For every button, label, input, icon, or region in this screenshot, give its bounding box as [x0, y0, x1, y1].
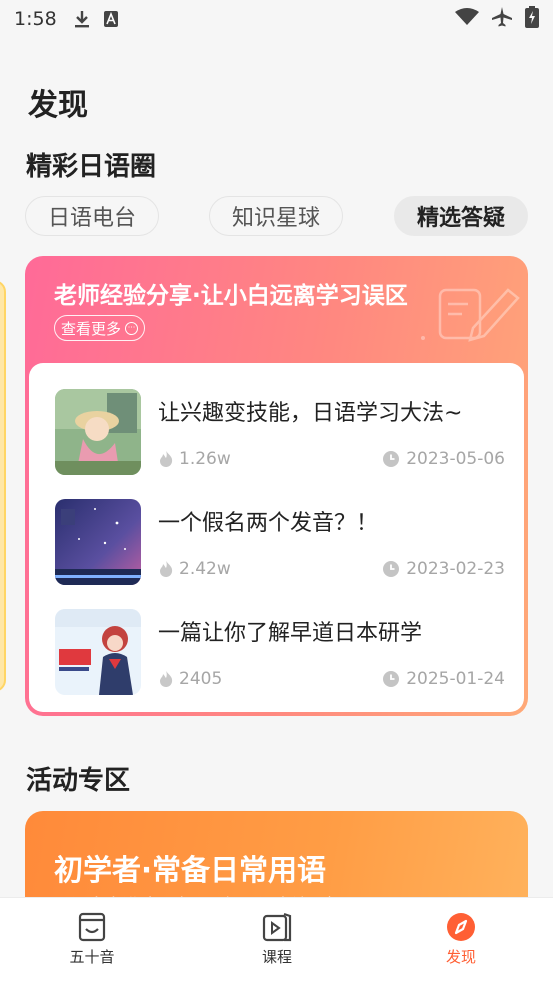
article-thumbnail — [55, 609, 141, 695]
section-title-japanese-circle: 精彩日语圈 — [26, 152, 157, 182]
nav-item-kana[interactable]: 五十音 — [47, 912, 137, 972]
article-list: 让兴趣变技能，日语学习大法~ 1.26w 2023-05-06 一个假名两个发音… — [29, 363, 524, 712]
article-views: 1.26w — [158, 449, 231, 469]
clock-icon — [383, 451, 400, 467]
article-date: 2025-01-24 — [382, 669, 505, 689]
flame-icon — [160, 451, 173, 467]
tab-knowledge-planet[interactable]: 知识星球 — [209, 196, 343, 236]
clock-icon — [383, 671, 400, 687]
circle-tabs: 日语电台 知识星球 精选答疑 — [0, 196, 553, 236]
download-icon — [73, 9, 91, 29]
article-thumbnail — [55, 389, 141, 475]
article-meta: 1.26w 2023-05-06 — [158, 449, 505, 471]
nav-label: 课程 — [261, 948, 292, 966]
bottom-nav: 五十音 课程 发现 — [0, 897, 553, 983]
flame-icon — [160, 671, 173, 687]
article-meta: 2405 2025-01-24 — [158, 669, 505, 691]
list-item[interactable]: 一篇让你了解早道日本研学 2405 2025-01-24 — [55, 609, 505, 697]
kana-book-icon — [78, 912, 106, 942]
list-item[interactable]: 让兴趣变技能，日语学习大法~ 1.26w 2023-05-06 — [55, 389, 505, 477]
article-date: 2023-02-23 — [382, 559, 505, 579]
see-more-label: 查看更多 — [61, 319, 122, 338]
article-thumbnail — [55, 499, 141, 585]
more-dots-icon: ··· — [125, 321, 139, 335]
tab-featured-qa[interactable]: 精选答疑 — [394, 196, 528, 236]
article-title: 让兴趣变技能，日语学习大法~ — [158, 401, 463, 426]
section-title-activities: 活动专区 — [26, 766, 131, 796]
nav-label: 发现 — [445, 948, 476, 966]
status-time: 1:58 — [14, 8, 57, 30]
nav-item-courses[interactable]: 课程 — [232, 912, 322, 972]
card-header-title: 老师经验分享·让小白远离学习误区 — [54, 283, 408, 309]
nav-label: 五十音 — [69, 948, 115, 966]
flame-icon — [160, 561, 173, 577]
airplane-icon — [491, 6, 513, 33]
date-text: 2025-01-24 — [406, 669, 505, 689]
article-meta: 2.42w 2023-02-23 — [158, 559, 505, 581]
views-count: 1.26w — [179, 449, 231, 469]
article-title: 一个假名两个发音？！ — [158, 511, 379, 536]
font-a-icon — [103, 10, 119, 28]
featured-qa-card: 老师经验分享·让小白远离学习误区 查看更多 ··· 让兴趣变技能，日语学习大法~ — [25, 256, 528, 716]
course-play-icon — [262, 912, 292, 942]
list-item[interactable]: 一个假名两个发音？！ 2.42w 2023-02-23 — [55, 499, 505, 587]
battery-charging-icon — [525, 5, 539, 33]
article-views: 2.42w — [158, 559, 231, 579]
wifi-icon — [455, 7, 479, 31]
article-title: 一篇让你了解早道日本研学 — [158, 621, 423, 646]
see-more-button[interactable]: 查看更多 ··· — [54, 315, 146, 341]
compass-icon — [447, 913, 475, 941]
tab-japanese-radio[interactable]: 日语电台 — [25, 196, 159, 236]
views-count: 2.42w — [179, 559, 231, 579]
article-date: 2023-05-06 — [382, 449, 505, 469]
date-text: 2023-02-23 — [406, 559, 505, 579]
carousel-previous-card[interactable] — [0, 280, 6, 692]
clock-icon — [383, 561, 400, 577]
page-title: 发现 — [28, 88, 88, 123]
pen-paper-decor-icon — [421, 288, 520, 342]
date-text: 2023-05-06 — [406, 449, 505, 469]
views-count: 2405 — [179, 669, 223, 689]
nav-item-discover[interactable]: 发现 — [416, 912, 506, 972]
activity-banner-title: 初学者·常备日常用语 — [54, 853, 327, 887]
status-bar: 1:58 — [0, 0, 553, 38]
article-views: 2405 — [158, 669, 222, 689]
